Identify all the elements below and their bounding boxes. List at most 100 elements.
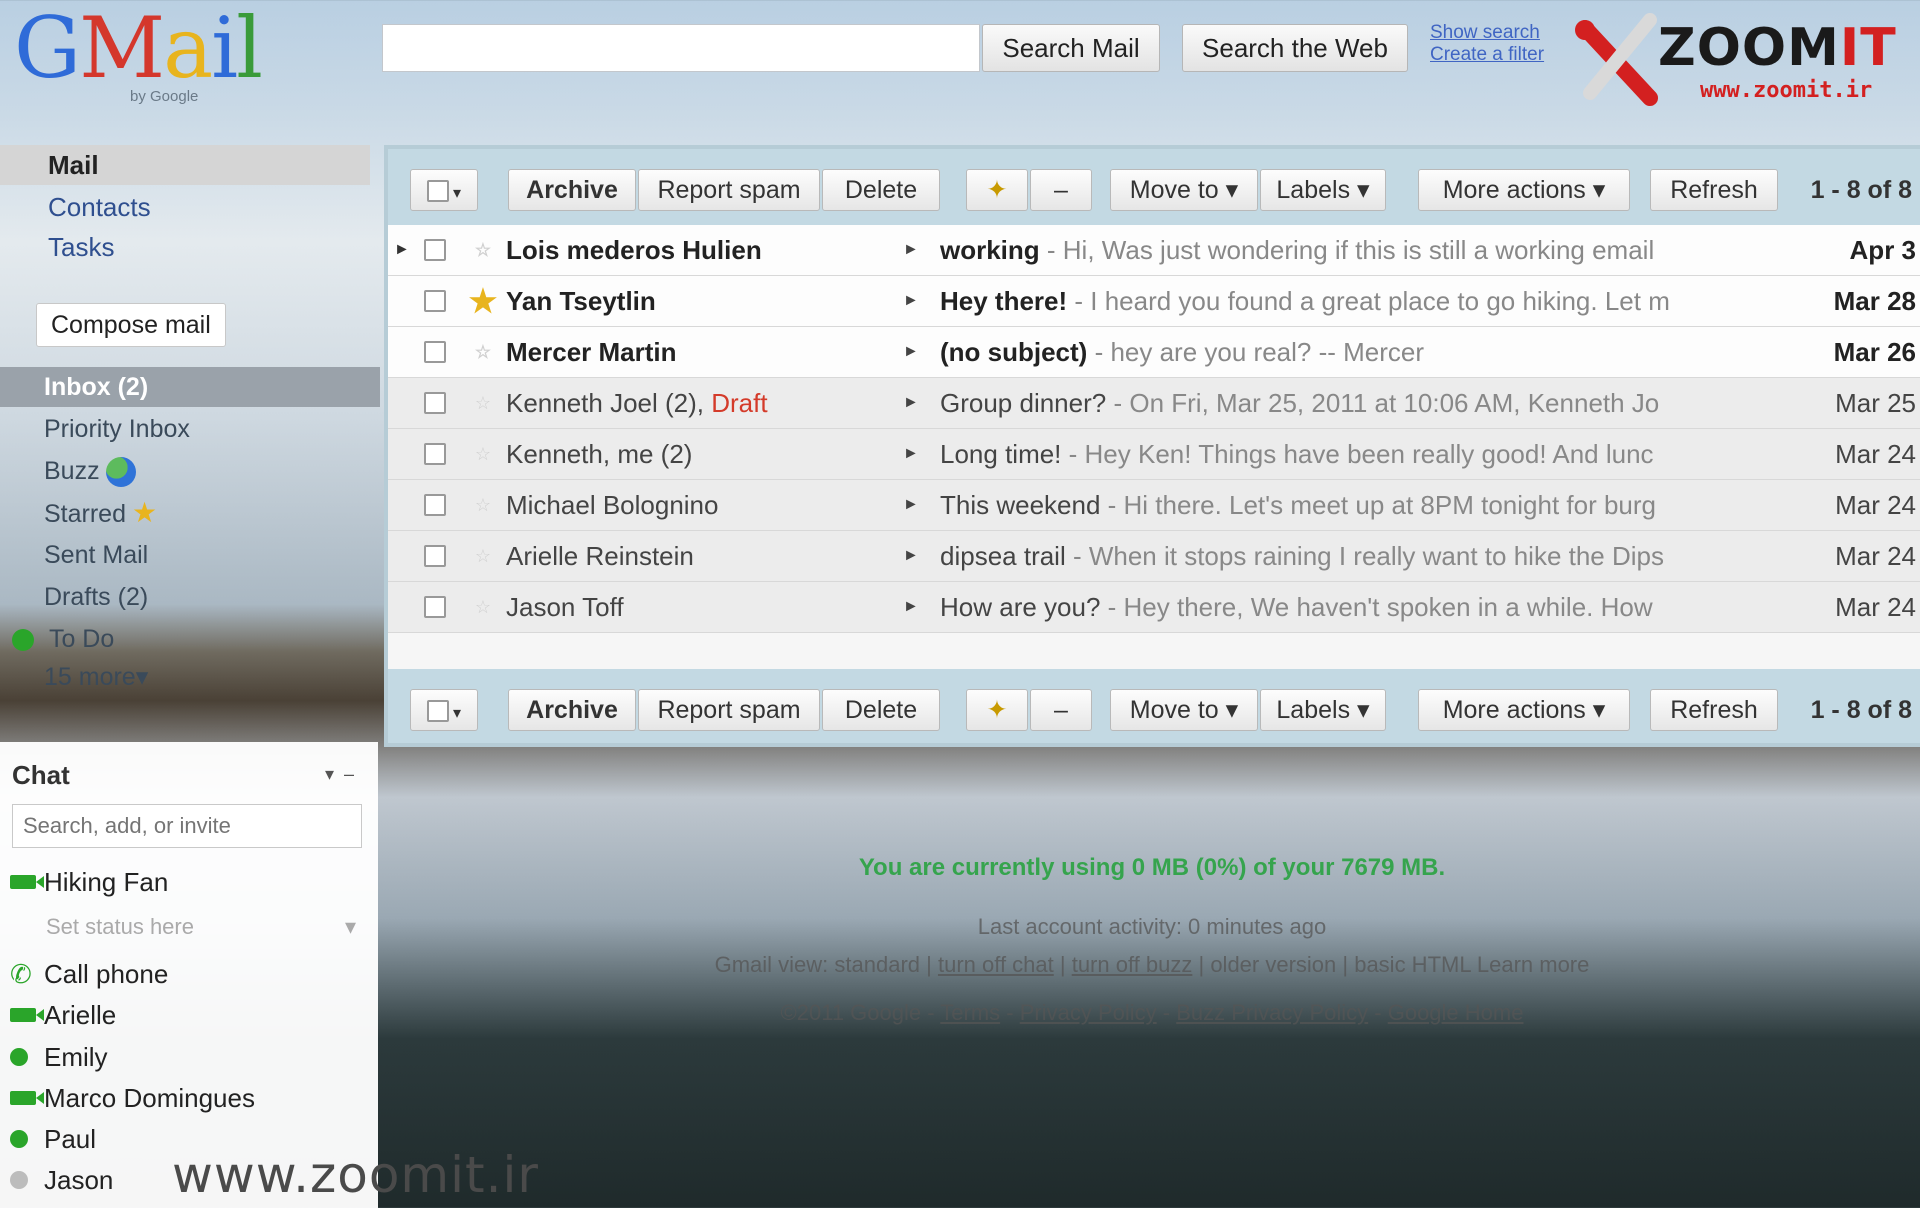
folder-starred[interactable]: Starred ★ xyxy=(0,493,380,533)
select-dropdown[interactable]: ▾ xyxy=(410,689,478,731)
folder-priority-inbox[interactable]: Priority Inbox xyxy=(0,409,380,449)
zoomit-x-icon xyxy=(1575,13,1658,106)
folder-todo[interactable]: To Do xyxy=(0,619,380,659)
last-activity: Last account activity: 0 minutes ago xyxy=(977,914,1327,939)
star-outline-icon[interactable]: ☆ xyxy=(466,225,500,275)
search-options-links: Show search Create a filter xyxy=(1430,22,1544,66)
importance-marker-icon[interactable]: ► xyxy=(903,582,919,632)
row-checkbox[interactable] xyxy=(424,239,446,261)
row-checkbox[interactable] xyxy=(424,545,446,567)
table-row[interactable]: ☆ Kenneth, me (2) ► Long time! - Hey Ken… xyxy=(388,429,1920,480)
mark-important-icon[interactable]: ✦ xyxy=(966,689,1028,731)
gmail-logo[interactable]: GMail by Google xyxy=(14,6,263,116)
refresh-button[interactable]: Refresh xyxy=(1650,689,1778,731)
row-checkbox[interactable] xyxy=(424,392,446,414)
zoomit-logo: ZOOMIT www.zoomit.ir xyxy=(1570,8,1920,108)
archive-button[interactable]: Archive xyxy=(508,689,636,731)
google-home-link[interactable]: Google Home xyxy=(1388,1000,1524,1025)
select-all-checkbox[interactable] xyxy=(426,700,449,723)
refresh-button[interactable]: Refresh xyxy=(1650,169,1778,211)
select-dropdown[interactable]: ▾ xyxy=(410,169,478,211)
turn-off-buzz-link[interactable]: turn off buzz xyxy=(1072,952,1193,977)
mark-important-icon[interactable]: ✦ xyxy=(966,169,1028,211)
zoomit-url: www.zoomit.ir xyxy=(1700,78,1873,103)
compose-mail-button[interactable]: Compose mail xyxy=(36,303,226,347)
nav-mail[interactable]: Mail xyxy=(0,145,370,185)
chat-contact[interactable]: Arielle xyxy=(10,997,116,1033)
mark-unimportant-icon[interactable]: – xyxy=(1030,169,1092,211)
table-row[interactable]: ► ☆ Lois mederos Hulien ► working - Hi, … xyxy=(388,225,1920,276)
row-checkbox[interactable] xyxy=(424,290,446,312)
select-all-checkbox[interactable] xyxy=(426,180,449,203)
chat-search-input[interactable] xyxy=(12,804,362,848)
table-row[interactable]: ☆ Jason Toff ► How are you? - Hey there,… xyxy=(388,582,1920,633)
chat-contact-name: Marco Domingues xyxy=(44,1083,255,1113)
importance-marker-icon[interactable]: ► xyxy=(903,276,919,326)
star-outline-icon[interactable]: ☆ xyxy=(466,480,500,530)
folder-sent-mail[interactable]: Sent Mail xyxy=(0,535,380,575)
delete-button[interactable]: Delete xyxy=(822,689,940,731)
move-to-button[interactable]: Move to ▾ xyxy=(1110,689,1258,731)
privacy-policy-link[interactable]: Privacy Policy xyxy=(1020,1000,1157,1025)
search-input[interactable] xyxy=(382,24,980,72)
archive-button[interactable]: Archive xyxy=(508,169,636,211)
importance-marker-icon[interactable]: ► xyxy=(903,531,919,581)
set-status-field[interactable]: Set status here ▾ xyxy=(46,914,356,940)
star-outline-icon[interactable]: ☆ xyxy=(466,582,500,632)
table-row[interactable]: ☆ Arielle Reinstein ► dipsea trail - Whe… xyxy=(388,531,1920,582)
subject-line: How are you? - Hey there, We haven't spo… xyxy=(940,582,1900,632)
chat-contact[interactable]: Marco Domingues xyxy=(10,1080,255,1116)
folder-buzz[interactable]: Buzz xyxy=(0,451,380,491)
importance-marker-icon[interactable]: ► xyxy=(903,480,919,530)
chat-contact[interactable]: Emily xyxy=(10,1039,108,1075)
chat-options-icon[interactable]: ▾ xyxy=(325,764,344,784)
more-actions-button[interactable]: More actions ▾ xyxy=(1418,169,1630,211)
star-icon[interactable]: ★ xyxy=(466,276,500,326)
terms-link[interactable]: Terms xyxy=(940,1000,1000,1025)
row-checkbox[interactable] xyxy=(424,443,446,465)
turn-off-chat-link[interactable]: turn off chat xyxy=(938,952,1054,977)
delete-button[interactable]: Delete xyxy=(822,169,940,211)
search-mail-button[interactable]: Search Mail xyxy=(982,24,1160,72)
star-outline-icon[interactable]: ☆ xyxy=(466,378,500,428)
chat-controls[interactable]: ▾– xyxy=(325,764,364,785)
folder-inbox[interactable]: Inbox (2) xyxy=(0,367,380,407)
report-spam-button[interactable]: Report spam xyxy=(638,689,820,731)
row-checkbox[interactable] xyxy=(424,341,446,363)
table-row[interactable]: ★ Yan Tseytlin ► Hey there! - I heard yo… xyxy=(388,276,1920,327)
zoomit-word-suffix: IT xyxy=(1839,18,1897,78)
buzz-privacy-link[interactable]: Buzz Privacy Policy xyxy=(1176,1000,1368,1025)
chevron-down-icon[interactable]: ▾ xyxy=(345,914,356,940)
search-web-button[interactable]: Search the Web xyxy=(1182,24,1408,72)
nav-tasks[interactable]: Tasks xyxy=(0,227,370,267)
call-phone-link[interactable]: ✆ Call phone xyxy=(10,956,168,992)
show-search-options-link[interactable]: Show search xyxy=(1430,22,1544,44)
mark-unimportant-icon[interactable]: – xyxy=(1030,689,1092,731)
importance-marker-icon[interactable]: ► xyxy=(903,378,919,428)
folder-drafts[interactable]: Drafts (2) xyxy=(0,577,380,617)
report-spam-button[interactable]: Report spam xyxy=(638,169,820,211)
star-outline-icon[interactable]: ☆ xyxy=(466,327,500,377)
labels-button[interactable]: Labels ▾ xyxy=(1260,169,1386,211)
importance-marker-icon[interactable]: ► xyxy=(903,327,919,377)
row-checkbox[interactable] xyxy=(424,494,446,516)
more-labels-link[interactable]: 15 more▾ xyxy=(0,657,380,697)
create-filter-link[interactable]: Create a filter xyxy=(1430,44,1544,66)
star-outline-icon[interactable]: ☆ xyxy=(466,429,500,479)
table-row[interactable]: ☆ Kenneth Joel (2), Draft ► Group dinner… xyxy=(388,378,1920,429)
importance-marker-icon[interactable]: ► xyxy=(903,225,919,275)
gmail-view-options: Gmail view: standard | turn off chat | t… xyxy=(714,952,1590,977)
row-checkbox[interactable] xyxy=(424,596,446,618)
chat-contact[interactable]: Jason xyxy=(10,1162,113,1198)
more-actions-button[interactable]: More actions ▾ xyxy=(1418,689,1630,731)
star-outline-icon[interactable]: ☆ xyxy=(466,531,500,581)
sender: Michael Bolognino xyxy=(506,490,719,520)
labels-button[interactable]: Labels ▾ xyxy=(1260,689,1386,731)
importance-marker-icon[interactable]: ► xyxy=(903,429,919,479)
chat-contact[interactable]: Paul xyxy=(10,1121,96,1157)
move-to-button[interactable]: Move to ▾ xyxy=(1110,169,1258,211)
nav-contacts[interactable]: Contacts xyxy=(0,187,370,227)
chat-minimize-icon[interactable]: – xyxy=(344,764,364,784)
table-row[interactable]: ☆ Michael Bolognino ► This weekend - Hi … xyxy=(388,480,1920,531)
table-row[interactable]: ☆ Mercer Martin ► (no subject) - hey are… xyxy=(388,327,1920,378)
